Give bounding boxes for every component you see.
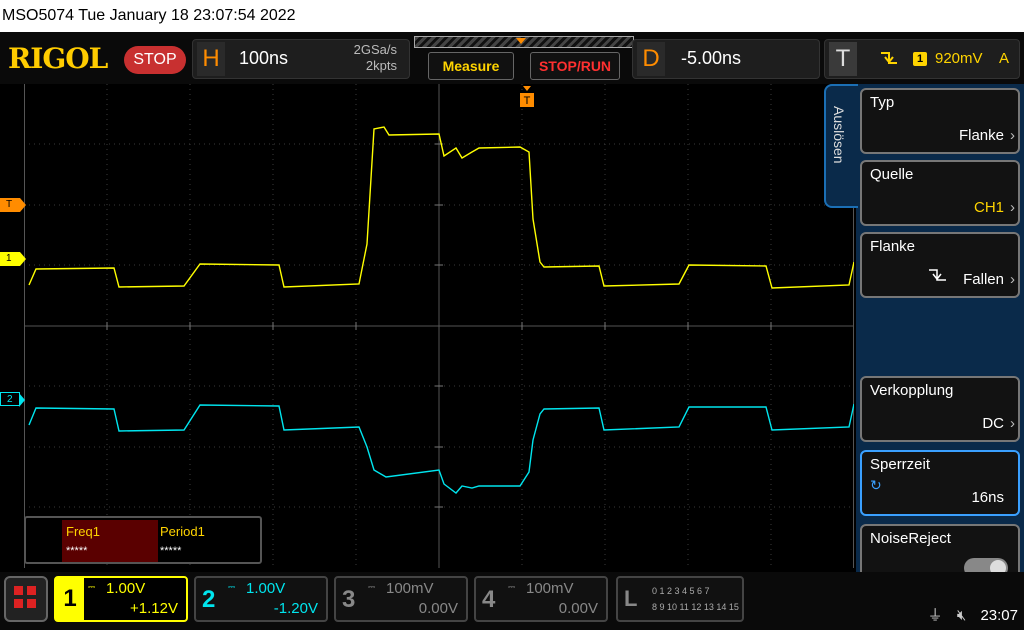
- logic-channels-row1: 0 1 2 3 4 5 6 7: [652, 586, 710, 596]
- channel-number: 1: [56, 578, 84, 620]
- menu-item-flanke[interactable]: Flanke Fallen ›: [860, 232, 1020, 298]
- menu-item-value: Flanke: [958, 127, 1004, 144]
- menu-item-label: NoiseReject: [870, 530, 951, 547]
- trigger-settings[interactable]: T 1 920mV A: [824, 39, 1020, 79]
- measurement-value: *****: [160, 545, 182, 557]
- channel-3-settings[interactable]: 3 ⎓ 100mV 0.00V: [334, 576, 468, 622]
- sample-info: 2GSa/s 2kpts: [354, 42, 397, 74]
- channel-2-settings[interactable]: 2 ⎓ 1.00V -1.20V: [194, 576, 328, 622]
- ch2-offset-marker[interactable]: 2: [0, 392, 25, 407]
- measurement-value: *****: [66, 545, 88, 557]
- menu-tab-ausloesen[interactable]: Auslösen: [824, 84, 858, 208]
- top-toolbar: RIGOL STOP H 100ns 2GSa/s 2kpts Measure …: [0, 32, 1024, 84]
- menu-item-value: Fallen: [963, 271, 1004, 288]
- memory-depth: 2kpts: [365, 58, 397, 73]
- falling-edge-icon: [928, 267, 948, 288]
- dc-coupling-icon: ⎓: [88, 582, 96, 592]
- trigger-position-marker: [516, 38, 526, 44]
- sample-rate: 2GSa/s: [353, 42, 397, 57]
- trigger-source-badge: 1: [913, 52, 927, 66]
- channel-offset: -1.20V: [273, 600, 318, 617]
- measurement-freq1[interactable]: Freq1 *****: [62, 520, 158, 562]
- measurement-panel[interactable]: Freq1 ***** Period1 *****: [24, 516, 262, 564]
- channel-offset: 0.00V: [418, 600, 458, 617]
- trigger-level-marker[interactable]: T: [0, 198, 26, 212]
- horizontal-settings[interactable]: H 100ns 2GSa/s 2kpts: [192, 39, 410, 79]
- run-state-badge[interactable]: STOP: [124, 46, 186, 74]
- channel-scale: 100mV: [526, 580, 574, 597]
- main-menu-button[interactable]: [4, 576, 48, 622]
- channel-4-settings[interactable]: 4 ⎓ 100mV 0.00V: [474, 576, 608, 622]
- status-area: ⏚ 🔇︎ 23:07: [928, 604, 1018, 625]
- horizontal-label: H: [197, 42, 225, 76]
- chevron-right-icon: ›: [1010, 415, 1015, 432]
- channel-offset: 0.00V: [558, 600, 598, 617]
- dc-coupling-icon: ⎓: [228, 582, 236, 592]
- waveform-grid: [24, 84, 854, 568]
- menu-item-sperrzeit[interactable]: Sperrzeit ↻ 16ns: [860, 450, 1020, 516]
- menu-tab-label: Auslösen: [831, 106, 847, 164]
- trigger-time-marker[interactable]: T: [520, 86, 534, 108]
- svg-text:T: T: [524, 95, 531, 107]
- channel-scale: 1.00V: [246, 580, 286, 597]
- channel-1-settings[interactable]: 1 ⎓ 1.00V +1.12V: [54, 576, 188, 622]
- sound-muted-icon[interactable]: 🔇︎: [957, 607, 966, 624]
- trigger-level: 920mV: [935, 50, 983, 67]
- menu-item-typ[interactable]: Typ Flanke ›: [860, 88, 1020, 154]
- chevron-right-icon: ›: [1010, 271, 1015, 288]
- measurement-label: Period1: [160, 524, 205, 539]
- usb-icon: ⏚: [927, 607, 943, 624]
- menu-item-value: DC: [982, 415, 1004, 432]
- logic-label: L: [624, 586, 638, 611]
- menu-item-label: Quelle: [870, 166, 914, 183]
- chevron-right-icon: ›: [1010, 199, 1015, 216]
- channel-scale: 100mV: [386, 580, 434, 597]
- delay-value: -5.00ns: [681, 48, 742, 68]
- trigger-label: T: [829, 42, 857, 76]
- rigol-logo: RIGOL: [8, 42, 108, 75]
- measurement-period1[interactable]: Period1 *****: [160, 520, 256, 562]
- timebase-value: 100ns: [239, 48, 289, 68]
- measurement-label: Freq1: [66, 524, 100, 539]
- menu-item-value: CH1: [973, 199, 1004, 216]
- menu-item-label: Typ: [870, 94, 895, 111]
- menu-item-value: 16ns: [971, 489, 1004, 506]
- menu-item-verkopplung[interactable]: Verkopplung DC ›: [860, 376, 1020, 442]
- falling-edge-icon: [879, 49, 899, 72]
- trigger-menu-panel: Typ Flanke › Quelle CH1 › Flanke Fallen …: [856, 84, 1024, 590]
- bottom-bar: 1 ⎓ 1.00V +1.12V 2 ⎓ 1.00V -1.20V 3 ⎓ 10…: [0, 572, 1024, 630]
- rotary-knob-icon: ↻: [870, 477, 882, 493]
- channel-scale: 1.00V: [106, 580, 146, 597]
- channel-number: 4: [482, 586, 496, 613]
- clock-time: 23:07: [980, 607, 1018, 624]
- channel-offset: +1.12V: [130, 600, 178, 617]
- menu-item-quelle[interactable]: Quelle CH1 ›: [860, 160, 1020, 226]
- channel-number: 2: [202, 586, 216, 613]
- waveform-display[interactable]: [24, 84, 854, 568]
- stop-run-button[interactable]: STOP/RUN: [530, 52, 620, 80]
- menu-item-label: Sperrzeit: [870, 456, 931, 473]
- chevron-right-icon: ›: [1010, 127, 1015, 144]
- measure-button[interactable]: Measure: [428, 52, 514, 80]
- menu-item-label: Verkopplung: [870, 382, 954, 399]
- logic-channels-row2: 8 9 10 11 12 13 14 15: [652, 602, 739, 612]
- delay-label: D: [637, 42, 665, 76]
- ch1-offset-marker[interactable]: 1: [0, 252, 26, 266]
- logic-analyzer-settings[interactable]: L 0 1 2 3 4 5 6 7 8 9 10 11 12 13 14 15: [616, 576, 744, 622]
- title-bar: MSO5074 Tue January 18 23:07:54 2022: [0, 0, 1024, 32]
- trigger-mode: A: [999, 50, 1010, 67]
- menu-item-label: Flanke: [870, 238, 916, 255]
- delay-settings[interactable]: D -5.00ns: [632, 39, 820, 79]
- dc-coupling-icon: ⎓: [368, 582, 376, 592]
- channel-number: 3: [342, 586, 356, 613]
- dc-coupling-icon: ⎓: [508, 582, 516, 592]
